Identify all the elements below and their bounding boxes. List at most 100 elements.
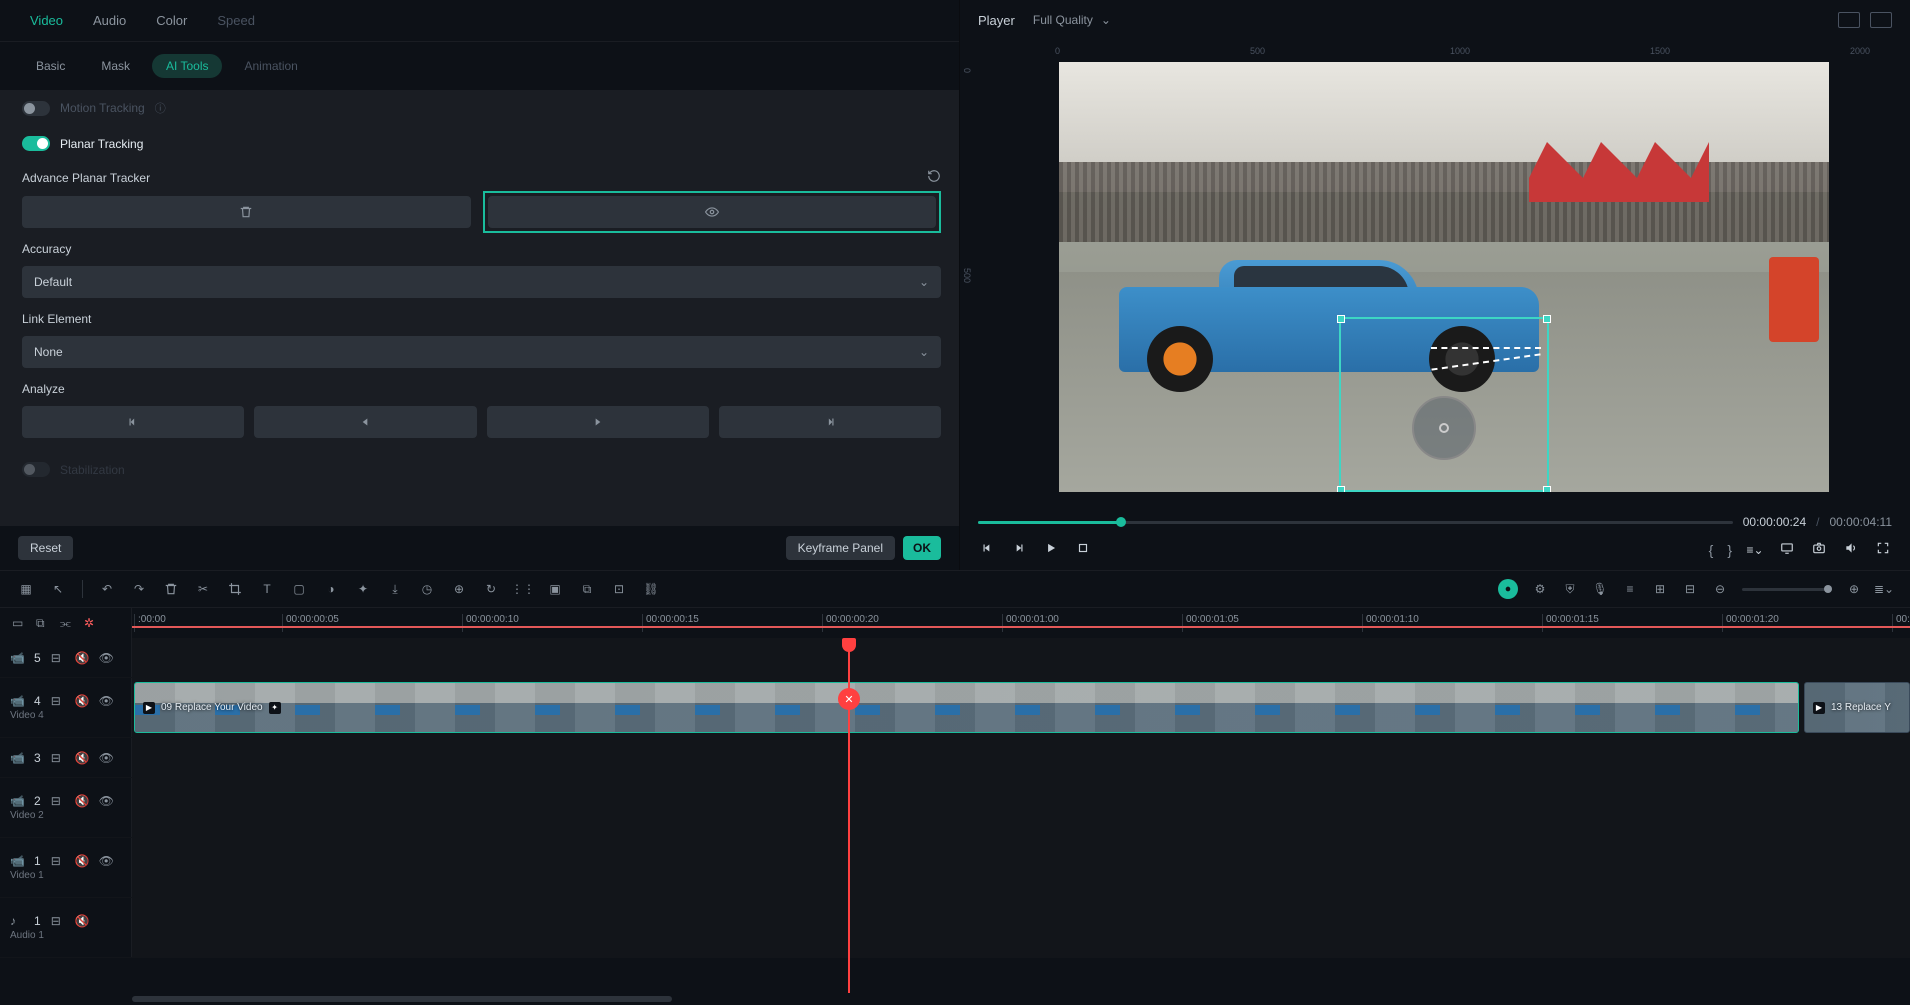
ok-button[interactable]: OK <box>903 536 941 560</box>
snapshot-icon[interactable] <box>1810 541 1828 558</box>
frame-icon[interactable]: ⊡ <box>611 581 627 597</box>
subtab-basic[interactable]: Basic <box>22 54 79 78</box>
collapse-icon[interactable]: ⊟ <box>51 651 65 665</box>
mute-icon[interactable]: 🔇 <box>75 694 89 708</box>
collapse-icon[interactable]: ⊟ <box>51 914 65 928</box>
caption-icon[interactable]: ⊟ <box>1682 581 1698 597</box>
visibility-icon[interactable]: 👁 <box>99 794 113 808</box>
mute-icon[interactable]: 🔇 <box>75 751 89 765</box>
grid-view-icon[interactable] <box>1838 12 1860 28</box>
visibility-icon[interactable]: 👁 <box>99 651 113 665</box>
playhead[interactable]: ✕ <box>848 638 850 993</box>
scrollbar-thumb[interactable] <box>132 996 672 1002</box>
zoom-out-icon[interactable]: ⊖ <box>1712 581 1728 597</box>
mic-icon[interactable]: 🎙 <box>1592 581 1608 597</box>
next-frame-button[interactable] <box>1010 541 1028 558</box>
tab-color[interactable]: Color <box>156 13 187 28</box>
pointer-icon[interactable]: ↖ <box>50 581 66 597</box>
prev-frame-button[interactable] <box>978 541 996 558</box>
rotate-icon[interactable]: ↻ <box>483 581 499 597</box>
visibility-icon[interactable]: 👁 <box>99 751 113 765</box>
collapse-icon[interactable]: ⊟ <box>51 694 65 708</box>
stop-button[interactable] <box>1074 541 1092 558</box>
split-icon[interactable]: ✂ <box>195 581 211 597</box>
target-icon[interactable]: ⊕ <box>451 581 467 597</box>
mark-in-icon[interactable]: { <box>1709 542 1714 558</box>
clip-09-replace[interactable]: ▶ 09 Replace Your Video ✦ <box>134 682 1799 733</box>
marker-icon[interactable]: ✲ <box>84 616 98 630</box>
rotate-handle[interactable] <box>1412 396 1476 460</box>
mute-icon[interactable]: 🔇 <box>75 914 89 928</box>
quality-dropdown[interactable]: Full Quality ⌄ <box>1033 13 1111 27</box>
ripple-icon[interactable]: ▭ <box>12 616 26 630</box>
accuracy-dropdown[interactable]: Default ⌄ <box>22 266 941 298</box>
playhead-grip[interactable]: ✕ <box>838 688 860 710</box>
preview-tracker-button[interactable] <box>488 196 937 228</box>
fullscreen-icon[interactable] <box>1874 541 1892 558</box>
mark-out-icon[interactable]: } <box>1727 542 1732 558</box>
planar-tracking-toggle[interactable] <box>22 136 50 151</box>
shield-icon[interactable]: ⛨ <box>1562 581 1578 597</box>
mute-icon[interactable]: 🔇 <box>75 794 89 808</box>
layout-icon[interactable]: ≡⌄ <box>1746 543 1764 557</box>
timeline-scrollbar[interactable] <box>0 993 1910 1005</box>
analyze-forward-all-button[interactable] <box>719 406 941 438</box>
zoom-slider[interactable] <box>1742 588 1832 591</box>
crop-icon[interactable] <box>227 581 243 597</box>
export-icon[interactable]: ⤓ <box>387 581 403 597</box>
link-icon[interactable]: ⛓ <box>643 581 659 597</box>
seek-thumb[interactable] <box>1116 517 1126 527</box>
zoom-in-icon[interactable]: ⊕ <box>1846 581 1862 597</box>
reset-section-icon[interactable] <box>927 169 941 186</box>
tab-video[interactable]: Video <box>30 13 63 28</box>
reset-button[interactable]: Reset <box>18 536 73 560</box>
timer-icon[interactable]: ◷ <box>419 581 435 597</box>
seek-track[interactable] <box>978 521 1733 524</box>
visibility-icon[interactable]: 👁 <box>99 694 113 708</box>
auto-mode-icon[interactable] <box>1498 579 1518 599</box>
play-button[interactable] <box>1042 541 1060 558</box>
mute-icon[interactable]: 🔇 <box>75 854 89 868</box>
magnet-icon[interactable]: ⫘ <box>60 616 74 631</box>
track-video-2: 📹 2 ⊟ 🔇 👁 Video 2 <box>0 778 1910 838</box>
planar-track-box[interactable] <box>1339 317 1549 492</box>
track-display-icon[interactable]: ≣⌄ <box>1876 581 1892 597</box>
delete-icon[interactable] <box>163 581 179 597</box>
mute-icon[interactable]: 🔇 <box>75 651 89 665</box>
text-icon[interactable]: T <box>259 581 275 597</box>
group-icon[interactable]: ▣ <box>547 581 563 597</box>
link-element-dropdown[interactable]: None ⌄ <box>22 336 941 368</box>
volume-icon[interactable] <box>1842 541 1860 558</box>
subtab-ai-tools[interactable]: AI Tools <box>152 54 222 78</box>
link-tracks-icon[interactable]: ⧉ <box>36 616 50 631</box>
monitor-icon[interactable] <box>1778 541 1796 558</box>
color-icon[interactable]: ◑ <box>323 581 339 597</box>
clip-13-replace[interactable]: ▶ 13 Replace Y <box>1804 682 1910 733</box>
redo-icon[interactable]: ↷ <box>131 581 147 597</box>
keyframe-panel-button[interactable]: Keyframe Panel <box>786 536 895 560</box>
subtab-mask[interactable]: Mask <box>87 54 144 78</box>
timeline-ruler[interactable]: :00:00 00:00:00:05 00:00:00:10 00:00:00:… <box>132 608 1910 638</box>
adjust-icon[interactable]: ⋮⋮ <box>515 581 531 597</box>
analyze-back-one-button[interactable] <box>254 406 476 438</box>
video-track-icon: 📹 <box>10 694 24 708</box>
effects-icon[interactable]: ✦ <box>355 581 371 597</box>
collapse-icon[interactable]: ⊟ <box>51 751 65 765</box>
list-icon[interactable]: ≡ <box>1622 581 1638 597</box>
analyze-back-all-button[interactable] <box>22 406 244 438</box>
motion-tracking-toggle[interactable] <box>22 101 50 116</box>
collapse-icon[interactable]: ⊟ <box>51 794 65 808</box>
picture-view-icon[interactable] <box>1870 12 1892 28</box>
tab-audio[interactable]: Audio <box>93 13 126 28</box>
copy-icon[interactable]: ⧉ <box>579 581 595 597</box>
rect-tool-icon[interactable]: ▢ <box>291 581 307 597</box>
analyze-forward-one-button[interactable] <box>487 406 709 438</box>
grid-icon[interactable]: ▦ <box>18 581 34 597</box>
pip-icon[interactable]: ⊞ <box>1652 581 1668 597</box>
visibility-icon[interactable]: 👁 <box>99 854 113 868</box>
gear-icon[interactable]: ⚙ <box>1532 581 1548 597</box>
video-viewport[interactable] <box>978 58 1910 509</box>
collapse-icon[interactable]: ⊟ <box>51 854 65 868</box>
delete-tracker-button[interactable] <box>22 196 471 228</box>
undo-icon[interactable]: ↶ <box>99 581 115 597</box>
